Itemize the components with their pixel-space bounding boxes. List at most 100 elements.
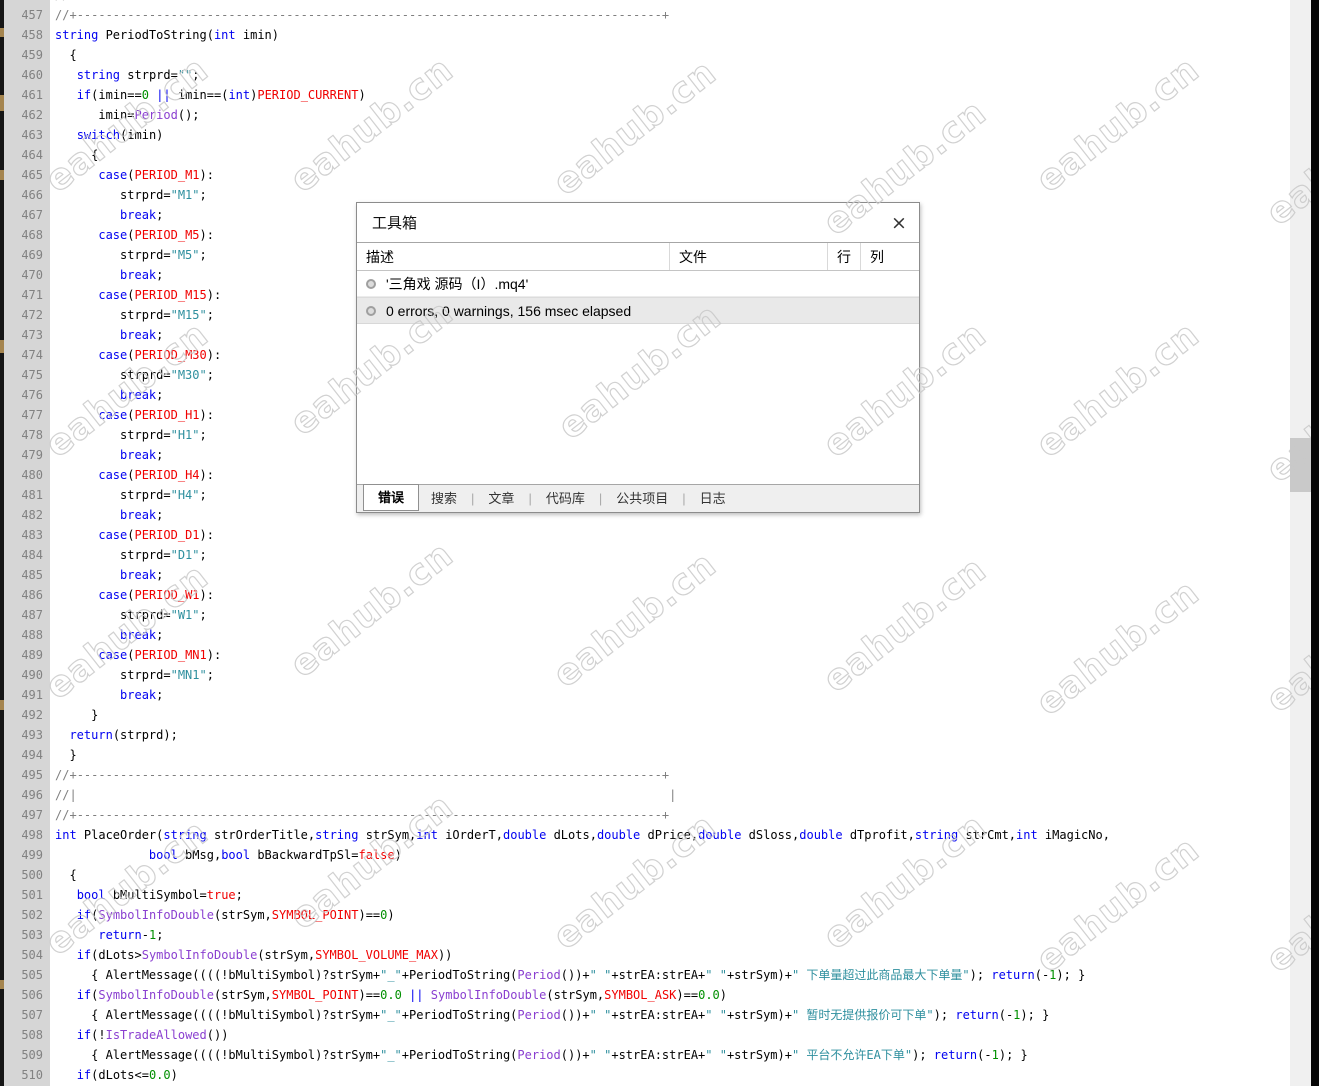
- token: strprd=: [55, 548, 171, 562]
- token: " 平台不允许EA下单": [791, 1048, 913, 1062]
- code-text: switch(imin): [50, 125, 1311, 145]
- token: ())+: [560, 968, 590, 982]
- table-column-header[interactable]: 列: [860, 243, 919, 270]
- code-text: if(dLots>SymbolInfoDouble(strSym,SYMBOL_…: [50, 945, 1311, 965]
- result-row[interactable]: 0 errors, 0 warnings, 156 msec elapsed: [357, 297, 919, 324]
- close-button[interactable]: ×: [885, 212, 907, 234]
- code-line: 486 case(PERIOD_W1):: [4, 585, 1311, 605]
- token: ):: [206, 648, 222, 662]
- token: (: [127, 288, 135, 302]
- tab-search[interactable]: 搜索: [419, 486, 469, 512]
- token: SymbolInfoDouble: [430, 988, 547, 1002]
- code-line: 501 bool bMultiSymbol=true;: [4, 885, 1311, 905]
- tab-articles[interactable]: 文章: [476, 486, 526, 512]
- token: strprd=: [55, 308, 171, 322]
- token: "_": [380, 1008, 402, 1022]
- tab-errors[interactable]: 错误: [363, 484, 420, 511]
- token: PERIOD_MN1: [134, 648, 207, 662]
- token: case: [98, 528, 128, 542]
- token: "_": [380, 968, 402, 982]
- vertical-scrollbar[interactable]: [1290, 0, 1311, 1086]
- token: +strSym)+: [726, 1048, 792, 1062]
- code-lines: //+-------------------------------------…: [4, 0, 1311, 1085]
- token: "H1": [170, 428, 200, 442]
- code-line: 484 strprd="D1";: [4, 545, 1311, 565]
- token: strprd=: [55, 368, 171, 382]
- token: PERIOD_H4: [134, 468, 200, 482]
- token: string: [914, 828, 959, 842]
- tab-journal[interactable]: 日志: [688, 486, 738, 512]
- token: PERIOD_D1: [134, 528, 200, 542]
- table-column-header[interactable]: 文件: [669, 243, 827, 270]
- token: " ": [705, 968, 727, 982]
- line-number: 467: [4, 205, 50, 225]
- token: //+: [55, 768, 77, 782]
- token: 0.0: [380, 988, 402, 1002]
- code-text: if(SymbolInfoDouble(strSym,SYMBOL_POINT)…: [50, 905, 1311, 925]
- token: ;: [156, 208, 164, 222]
- line-number: 463: [4, 125, 50, 145]
- token: (: [127, 468, 135, 482]
- tab-codebase[interactable]: 代码库: [534, 486, 597, 512]
- token: int: [228, 88, 251, 102]
- table-column-header[interactable]: 行: [827, 243, 860, 270]
- toolbox-tab-bar: 错误 搜索 | 文章 | 代码库 | 公共项目 | 日志: [357, 484, 919, 512]
- line-number: 466: [4, 185, 50, 205]
- token: ):: [199, 588, 214, 602]
- token: strprd=: [55, 428, 171, 442]
- token: ): [394, 848, 402, 862]
- token: +strEA:strEA+: [611, 968, 706, 982]
- token: int: [416, 828, 438, 842]
- code-line: 487 strprd="W1";: [4, 605, 1311, 625]
- token: "W1": [170, 608, 200, 622]
- tab-public-projects[interactable]: 公共项目: [604, 486, 680, 512]
- token: string: [163, 828, 207, 842]
- line-number: 464: [4, 145, 50, 165]
- token: (strSym,: [213, 988, 272, 1002]
- token: double: [799, 828, 843, 842]
- table-empty-area: [357, 324, 919, 484]
- line-number: 483: [4, 525, 50, 545]
- code-line: 495//+----------------------------------…: [4, 765, 1311, 785]
- token: {: [55, 148, 99, 162]
- scrollbar-thumb[interactable]: [1290, 438, 1311, 492]
- line-number: 465: [4, 165, 50, 185]
- token: +PeriodToString(: [401, 1008, 518, 1022]
- token: +strEA:strEA+: [611, 1008, 706, 1022]
- code-text: return(strprd);: [50, 725, 1311, 745]
- table-column-header[interactable]: 描述: [357, 243, 669, 270]
- token: int: [55, 828, 77, 842]
- code-text: //+-------------------------------------…: [50, 765, 1311, 785]
- token: ()): [206, 1028, 229, 1042]
- token: );: [912, 1048, 934, 1062]
- code-text: strprd="MN1";: [50, 665, 1311, 685]
- code-line: 499 bool bMsg,bool bBackwardTpSl=false): [4, 845, 1311, 865]
- token: PERIOD_M15: [134, 288, 207, 302]
- code-line: 494 }: [4, 745, 1311, 765]
- token: dTprofit,: [842, 828, 915, 842]
- line-number: 468: [4, 225, 50, 245]
- line-number: 501: [4, 885, 50, 905]
- line-number: 479: [4, 445, 50, 465]
- token: "H4": [170, 488, 200, 502]
- result-row[interactable]: '三角戏 源码（I）.mq4': [357, 271, 919, 297]
- line-number: 486: [4, 585, 50, 605]
- token: ;: [156, 928, 164, 942]
- code-line: 510 if(dLots<=0.0): [4, 1065, 1311, 1085]
- token: ;: [156, 448, 164, 462]
- token: ;: [206, 668, 214, 682]
- token: ): [719, 988, 728, 1002]
- code-text: }: [50, 705, 1311, 725]
- token: (strSym,: [257, 948, 316, 962]
- code-editor[interactable]: //+-------------------------------------…: [4, 0, 1311, 1086]
- token: (: [127, 528, 135, 542]
